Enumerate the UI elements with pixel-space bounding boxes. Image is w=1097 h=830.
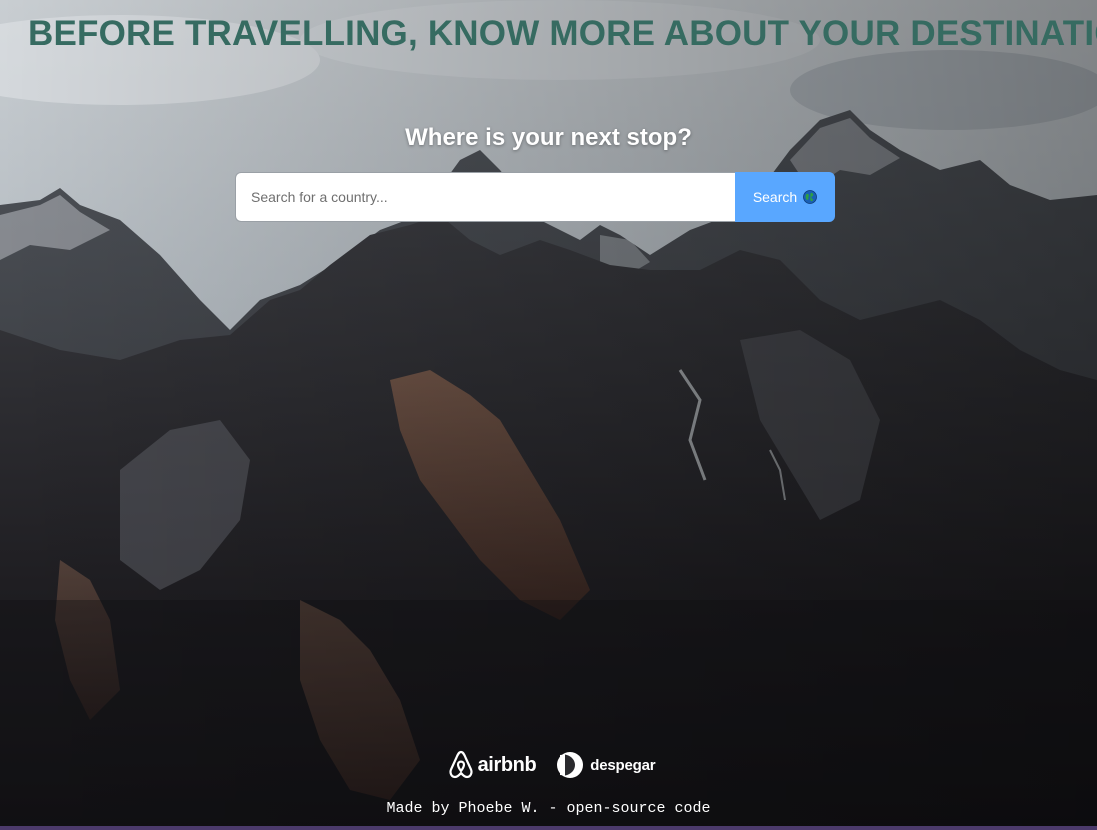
footer-link[interactable]: Made by Phoebe W. - open-source code: [386, 800, 710, 817]
airbnb-logo[interactable]: airbnb: [448, 750, 537, 780]
despegar-logo-icon: [556, 751, 584, 779]
search-button-label: Search: [752, 189, 798, 205]
partner-logos: airbnb despegar: [0, 750, 1097, 780]
search-button[interactable]: Search: [735, 172, 835, 222]
search-bar: Search: [235, 172, 835, 222]
despegar-logo[interactable]: despegar: [556, 751, 656, 779]
country-search-input[interactable]: [235, 172, 735, 222]
airbnb-name: airbnb: [477, 753, 537, 776]
page-headline: BEFORE TRAVELLING, KNOW MORE ABOUT YOUR …: [28, 14, 1097, 53]
bottom-border: [0, 826, 1097, 830]
despegar-name: despegar: [590, 756, 656, 774]
globe-icon: [803, 190, 818, 204]
airbnb-logo-icon: [448, 750, 474, 780]
footer-credit[interactable]: Made by Phoebe W. - open-source code: [0, 800, 1097, 817]
search-question-heading: Where is your next stop?: [405, 124, 692, 151]
